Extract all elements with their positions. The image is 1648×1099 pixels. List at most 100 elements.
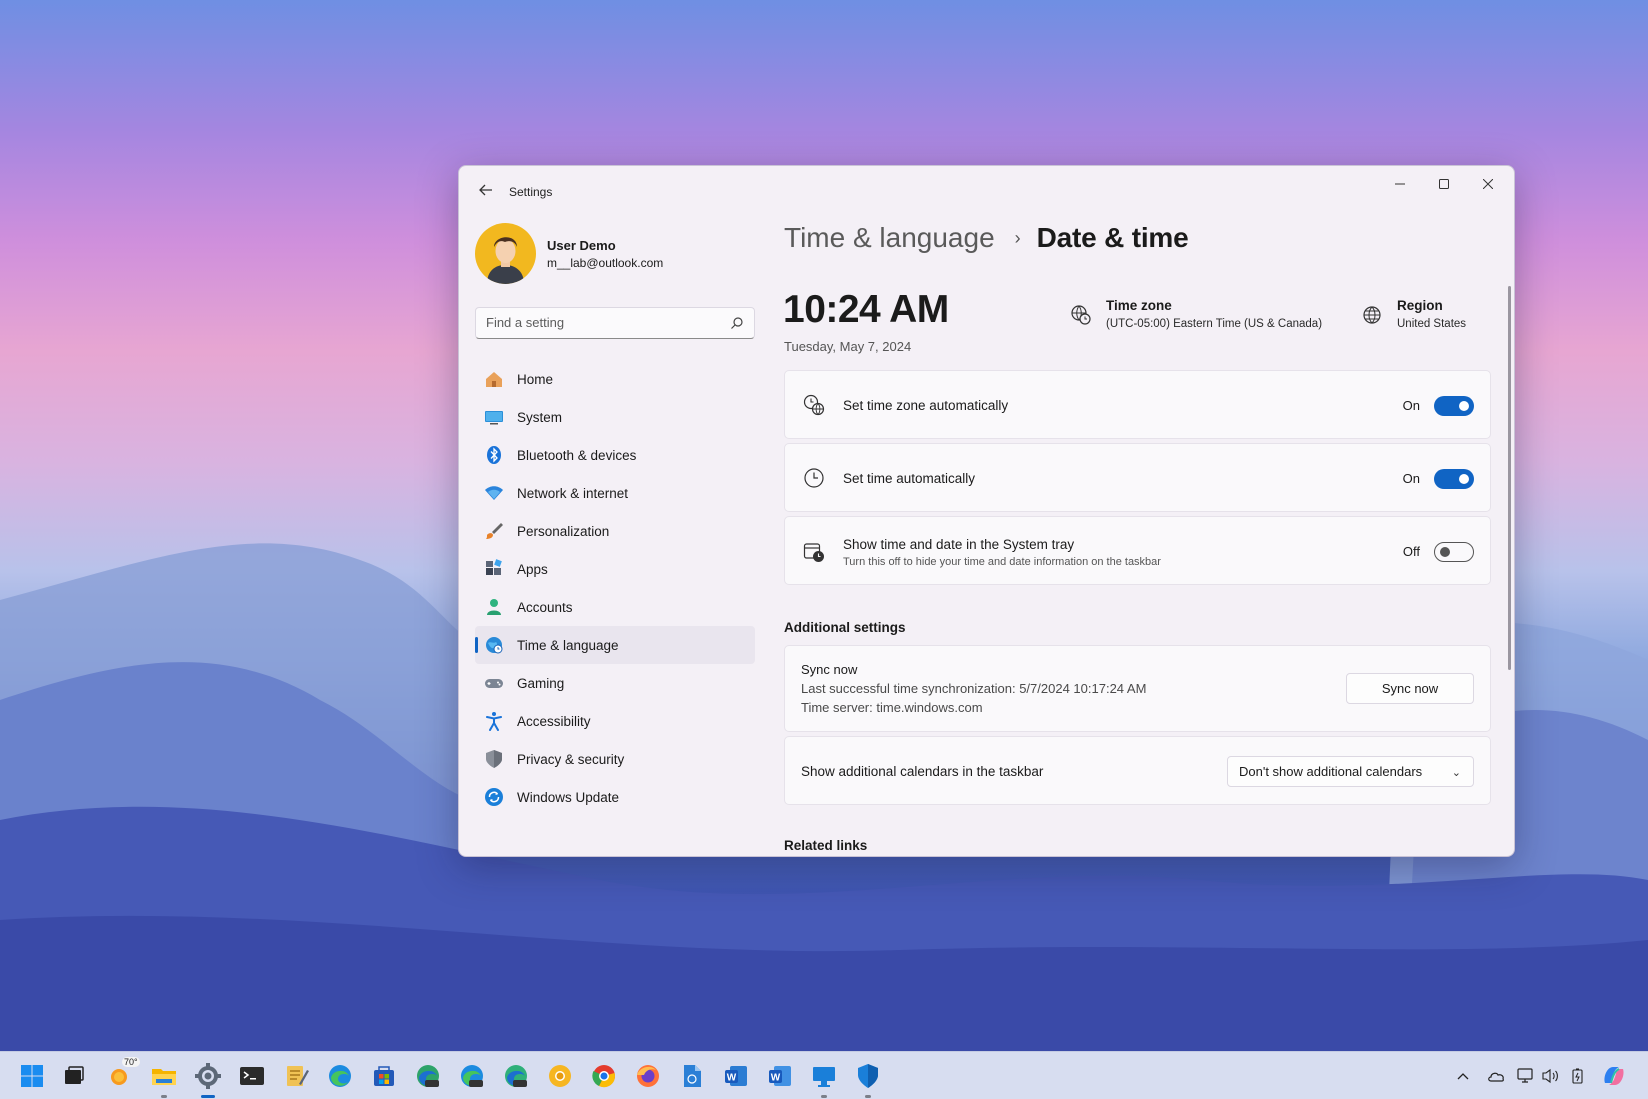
search-input[interactable] <box>486 315 716 330</box>
gamepad-icon <box>485 679 503 688</box>
minimize-icon[interactable] <box>1378 172 1422 196</box>
sidebar-item-home[interactable]: Home <box>475 360 755 398</box>
time-zone-value: (UTC-05:00) Eastern Time (US & Canada) <box>1106 318 1323 330</box>
sidebar-item-personalization[interactable]: Personalization <box>475 512 755 550</box>
sidebar-item-label: Accounts <box>517 599 573 615</box>
sidebar-item-network[interactable]: Network & internet <box>475 474 755 512</box>
edge-icon[interactable] <box>326 1062 354 1090</box>
sidebar-item-label: Accessibility <box>517 713 591 729</box>
taskbar: W W <box>0 1051 1648 1099</box>
sidebar-item-windows-update[interactable]: Windows Update <box>475 778 755 816</box>
apps-icon <box>486 559 502 575</box>
setting-card-time-zone-auto: Set time zone automatically On <box>784 370 1491 439</box>
calendars-label: Show additional calendars in the taskbar <box>801 764 1044 779</box>
sidebar-item-time-language[interactable]: Time & language <box>475 626 755 664</box>
search-box[interactable] <box>475 307 755 339</box>
sync-now-button[interactable]: Sync now <box>1346 673 1474 704</box>
breadcrumb-separator: › <box>1014 227 1021 248</box>
chevron-up-icon[interactable] <box>1454 1067 1472 1085</box>
scrollbar[interactable] <box>1508 286 1511 670</box>
sidebar-item-label: Windows Update <box>517 789 620 805</box>
edge-dev-icon[interactable] <box>502 1062 530 1090</box>
settings-icon[interactable] <box>194 1062 222 1098</box>
globe-clock-icon <box>1071 305 1091 325</box>
sidebar-item-gaming[interactable]: Gaming <box>475 664 755 702</box>
toggle-state-label: On <box>1402 398 1420 413</box>
svg-text:W: W <box>727 1073 737 1084</box>
title-bar: Settings <box>459 166 1514 214</box>
network-icon[interactable] <box>1517 1067 1535 1085</box>
time-auto-toggle[interactable] <box>1434 469 1474 489</box>
globe-icon <box>1363 306 1381 324</box>
time-zone-label: Time zone <box>1106 298 1172 313</box>
search-icon[interactable] <box>730 316 744 330</box>
wifi-icon <box>485 486 503 500</box>
sidebar-item-privacy[interactable]: Privacy & security <box>475 740 755 778</box>
copilot-icon[interactable] <box>1601 1063 1627 1089</box>
word-alt-icon[interactable]: W <box>766 1062 794 1090</box>
setting-card-system-tray: Show time and date in the System tray Tu… <box>784 516 1491 585</box>
user-email: m__lab@outlook.com <box>547 256 664 270</box>
sidebar-item-label: Privacy & security <box>517 751 625 767</box>
store-icon[interactable] <box>370 1062 398 1090</box>
maximize-icon[interactable] <box>1422 172 1466 196</box>
terminal-icon[interactable] <box>238 1062 266 1090</box>
clock-icon <box>804 468 824 488</box>
chevron-down-icon: ⌄ <box>1451 767 1461 779</box>
calendars-dropdown[interactable]: Don't show additional calendars ⌄ <box>1227 756 1474 787</box>
battery-icon[interactable] <box>1570 1067 1588 1085</box>
sidebar-item-system[interactable]: System <box>475 398 755 436</box>
firefox-icon[interactable] <box>634 1062 662 1090</box>
volume-icon[interactable] <box>1542 1067 1560 1085</box>
monitor-icon <box>485 411 503 425</box>
additional-calendars-card: Show additional calendars in the taskbar… <box>784 736 1491 805</box>
edge-beta-icon[interactable] <box>458 1062 486 1090</box>
user-name: User Demo <box>547 238 616 253</box>
current-date: Tuesday, May 7, 2024 <box>784 339 912 354</box>
sidebar-item-bluetooth[interactable]: Bluetooth & devices <box>475 436 755 474</box>
brush-icon <box>486 523 503 539</box>
accessibility-icon <box>486 712 502 731</box>
avatar <box>475 223 536 284</box>
setting-description: Turn this off to hide your time and date… <box>843 556 1161 568</box>
setting-title: Set time zone automatically <box>843 398 1009 413</box>
breadcrumb-parent[interactable]: Time & language <box>784 222 995 254</box>
time-zone-info[interactable]: Time zone (UTC-05:00) Eastern Time (US &… <box>1070 298 1330 338</box>
time-zone-auto-toggle[interactable] <box>1434 396 1474 416</box>
sidebar-item-accessibility[interactable]: Accessibility <box>475 702 755 740</box>
back-arrow-icon[interactable] <box>471 178 501 202</box>
last-sync-text: Last successful time synchronization: 5/… <box>801 681 1147 696</box>
chrome-icon[interactable] <box>590 1062 618 1090</box>
update-icon <box>485 788 503 806</box>
start-icon[interactable] <box>18 1062 46 1090</box>
svg-text:W: W <box>771 1073 781 1084</box>
word-icon[interactable]: W <box>722 1062 750 1090</box>
onedrive-icon[interactable] <box>1487 1067 1505 1085</box>
close-icon[interactable] <box>1466 172 1510 196</box>
defender-icon[interactable] <box>854 1062 882 1098</box>
app-title: Settings <box>509 185 553 199</box>
setting-title: Show time and date in the System tray <box>843 537 1075 552</box>
file-explorer-icon[interactable] <box>150 1062 178 1098</box>
sidebar-item-apps[interactable]: Apps <box>475 550 755 588</box>
toggle-state-label: On <box>1402 471 1420 486</box>
user-profile[interactable]: User Demo m__lab@outlook.com <box>475 223 745 285</box>
sidebar-item-label: Gaming <box>517 675 565 691</box>
remote-desktop-icon[interactable] <box>810 1062 838 1098</box>
setting-title: Set time automatically <box>843 471 976 486</box>
task-view-icon[interactable] <box>60 1062 88 1090</box>
region-label: Region <box>1397 298 1443 313</box>
edge-canary-icon[interactable] <box>414 1062 442 1090</box>
calendar-clock-icon <box>803 543 824 562</box>
sidebar-item-label: Network & internet <box>517 485 629 501</box>
chrome-canary-icon[interactable] <box>546 1062 574 1090</box>
system-tray-toggle[interactable] <box>1434 542 1474 562</box>
document-icon[interactable] <box>678 1062 706 1090</box>
sidebar-item-accounts[interactable]: Accounts <box>475 588 755 626</box>
additional-settings-header: Additional settings <box>784 620 906 635</box>
sidebar-item-label: Apps <box>517 561 548 577</box>
home-icon <box>486 372 502 387</box>
region-info[interactable]: Region United States <box>1361 298 1481 338</box>
notepad-icon[interactable] <box>282 1062 310 1090</box>
sidebar-item-label: Home <box>517 371 554 387</box>
